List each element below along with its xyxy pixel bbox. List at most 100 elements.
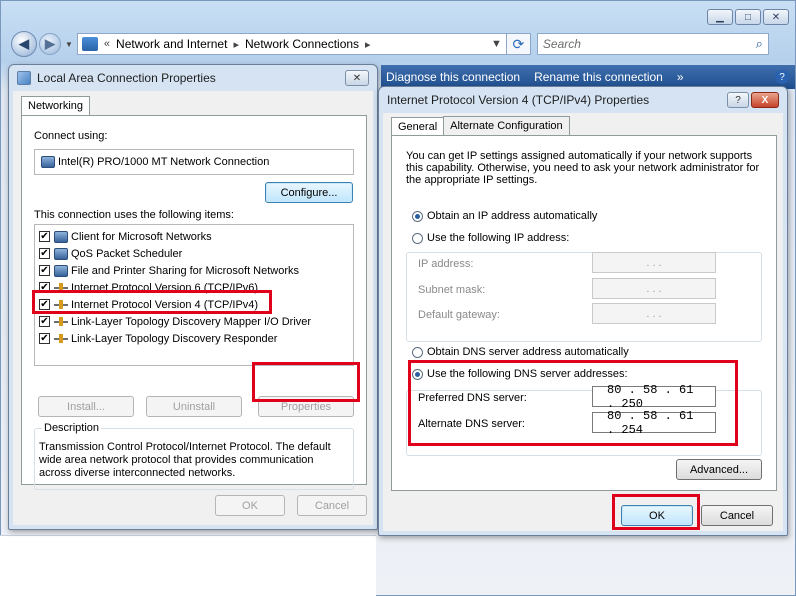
item-label: Link-Layer Topology Discovery Mapper I/O… xyxy=(71,315,312,328)
back-button[interactable]: ◀ xyxy=(11,31,37,57)
help-button[interactable]: ? xyxy=(727,92,749,108)
item-checkbox[interactable]: ✔ xyxy=(39,333,50,344)
search-icon[interactable]: ⌕ xyxy=(756,36,763,52)
search-input[interactable]: Search ⌕ xyxy=(536,33,769,55)
lac-close-button[interactable]: ✕ xyxy=(345,70,369,86)
maximize-button[interactable]: □ xyxy=(735,9,761,25)
network-service-icon xyxy=(54,264,68,277)
radio-button[interactable] xyxy=(412,346,423,358)
ipv4-cancel-button[interactable]: Cancel xyxy=(701,505,773,526)
install-button[interactable]: Install... xyxy=(38,396,134,417)
radio-button[interactable] xyxy=(412,368,423,380)
uninstall-button[interactable]: Uninstall xyxy=(146,396,242,417)
advanced-button[interactable]: Advanced... xyxy=(676,459,762,480)
radio-button[interactable] xyxy=(412,210,423,222)
address-dropdown-icon[interactable]: ▼ xyxy=(491,38,502,50)
recent-pages-dropdown[interactable]: ▼ xyxy=(65,40,73,49)
tab-networking[interactable]: Networking xyxy=(21,96,91,116)
protocol-icon xyxy=(54,299,68,310)
adapter-name: Intel(R) PRO/1000 MT Network Connection xyxy=(58,156,270,168)
tab-alternate-configuration[interactable]: Alternate Configuration xyxy=(443,116,570,136)
more-commands-chevron[interactable]: » xyxy=(677,70,684,84)
configure-button[interactable]: Configure... xyxy=(265,182,353,203)
breadcrumb-network-connections[interactable]: Network Connections xyxy=(245,37,359,51)
refresh-button[interactable]: ⟳ xyxy=(506,33,531,55)
lac-cancel-button[interactable]: Cancel xyxy=(297,495,367,516)
forward-button[interactable]: ▶ xyxy=(39,33,61,55)
lac-ok-button[interactable]: OK xyxy=(215,495,285,516)
item-label: Internet Protocol Version 6 (TCP/IPv6) xyxy=(71,281,259,294)
properties-button[interactable]: Properties xyxy=(258,396,354,417)
item-checkbox[interactable]: ✔ xyxy=(39,316,50,327)
ipv4-title-bar: Internet Protocol Version 4 (TCP/IPv4) P… xyxy=(379,87,787,113)
list-item-ipv4[interactable]: ✔ Internet Protocol Version 4 (TCP/IPv4) xyxy=(39,296,258,313)
network-service-icon xyxy=(54,247,68,260)
dns-auto-radio[interactable]: Obtain DNS server address automatically xyxy=(412,346,632,358)
list-item[interactable]: ✔ File and Printer Sharing for Microsoft … xyxy=(39,262,299,279)
refresh-icon: ⟳ xyxy=(512,35,525,52)
item-checkbox[interactable]: ✔ xyxy=(39,248,50,259)
item-label: Link-Layer Topology Discovery Responder xyxy=(71,332,278,345)
preferred-dns-field[interactable]: 80 . 58 . 61 . 250 xyxy=(592,383,716,411)
breadcrumb-overflow-icon[interactable]: « xyxy=(104,38,110,50)
ipv4-body: General Alternate Configuration You can … xyxy=(383,113,783,531)
ip-auto-label: Obtain an IP address automatically xyxy=(427,210,598,222)
network-card-icon xyxy=(41,156,55,168)
window-controls: ▁ □ ✕ xyxy=(707,9,789,25)
lac-tabs: Networking xyxy=(21,95,91,116)
radio-button[interactable] xyxy=(412,232,423,244)
adapter-field: Intel(R) PRO/1000 MT Network Connection xyxy=(34,149,354,175)
explorer-content-area xyxy=(0,535,376,596)
breadcrumb-network-and-internet[interactable]: Network and Internet xyxy=(116,37,227,51)
ip-manual-radio[interactable]: Use the following IP address: xyxy=(412,232,573,244)
list-item[interactable]: ✔ QoS Packet Scheduler xyxy=(39,245,182,262)
list-item[interactable]: ✔ Internet Protocol Version 6 (TCP/IPv6) xyxy=(39,279,258,296)
minimize-button[interactable]: ▁ xyxy=(707,9,733,25)
lac-title-bar: Local Area Connection Properties ✕ xyxy=(9,65,377,91)
dns-manual-label: Use the following DNS server addresses: xyxy=(427,368,628,380)
alternate-dns-field[interactable]: 80 . 58 . 61 . 254 xyxy=(592,409,716,437)
item-label: QoS Packet Scheduler xyxy=(71,247,183,260)
ipv4-close-button[interactable]: X xyxy=(751,92,779,108)
help-icon[interactable]: ? xyxy=(775,70,789,84)
connect-using-label: Connect using: xyxy=(34,130,108,142)
item-label: Client for Microsoft Networks xyxy=(71,230,212,243)
ip-auto-radio[interactable]: Obtain an IP address automatically xyxy=(412,210,601,222)
subnet-mask-field: . . . xyxy=(592,278,716,299)
protocol-icon xyxy=(54,316,68,327)
chevron-right-icon[interactable]: ▸ xyxy=(233,38,239,51)
item-checkbox[interactable]: ✔ xyxy=(39,282,50,293)
dns-manual-radio[interactable]: Use the following DNS server addresses: xyxy=(412,368,631,380)
forward-arrow-icon: ▶ xyxy=(45,36,55,51)
item-checkbox[interactable]: ✔ xyxy=(39,265,50,276)
close-button[interactable]: ✕ xyxy=(763,9,789,25)
general-panel: You can get IP settings assigned automat… xyxy=(391,135,777,491)
networking-panel: Connect using: Intel(R) PRO/1000 MT Netw… xyxy=(21,115,367,490)
search-placeholder: Search xyxy=(542,37,581,51)
rename-connection-command[interactable]: Rename this connection xyxy=(534,70,663,84)
tab-general[interactable]: General xyxy=(391,117,445,137)
ipv4-dialog-title: Internet Protocol Version 4 (TCP/IPv4) P… xyxy=(387,93,650,107)
ip-manual-label: Use the following IP address: xyxy=(427,232,570,244)
ip-address-label: IP address: xyxy=(418,258,474,270)
item-checkbox[interactable]: ✔ xyxy=(39,299,50,310)
item-checkbox[interactable]: ✔ xyxy=(39,231,50,242)
ipv4-ok-button[interactable]: OK xyxy=(621,505,693,526)
item-label: File and Printer Sharing for Microsoft N… xyxy=(71,264,300,277)
diagnose-connection-command[interactable]: Diagnose this connection xyxy=(386,70,520,84)
protocol-icon xyxy=(54,282,68,293)
description-text: Transmission Control Protocol/Internet P… xyxy=(39,441,331,479)
protocol-icon xyxy=(54,333,68,344)
preferred-dns-label: Preferred DNS server: xyxy=(418,392,527,404)
chevron-right-icon[interactable]: ▸ xyxy=(365,38,371,51)
items-list: ✔ Client for Microsoft Networks ✔ QoS Pack… xyxy=(34,224,354,366)
ip-address-field: . . . xyxy=(592,252,716,273)
network-client-icon xyxy=(54,230,68,243)
navigation-bar: ◀ ▶ ▼ « Network and Internet ▸ Network C… xyxy=(11,31,789,57)
address-bar[interactable]: « Network and Internet ▸ Network Connect… xyxy=(76,33,507,55)
list-item[interactable]: ✔ Client for Microsoft Networks xyxy=(39,228,212,245)
default-gateway-field: . . . xyxy=(592,303,716,324)
list-item[interactable]: ✔ Link-Layer Topology Discovery Responder xyxy=(39,330,277,347)
list-item[interactable]: ✔ Link-Layer Topology Discovery Mapper I/… xyxy=(39,313,311,330)
ipv4-properties-dialog: Internet Protocol Version 4 (TCP/IPv4) P… xyxy=(378,86,788,536)
